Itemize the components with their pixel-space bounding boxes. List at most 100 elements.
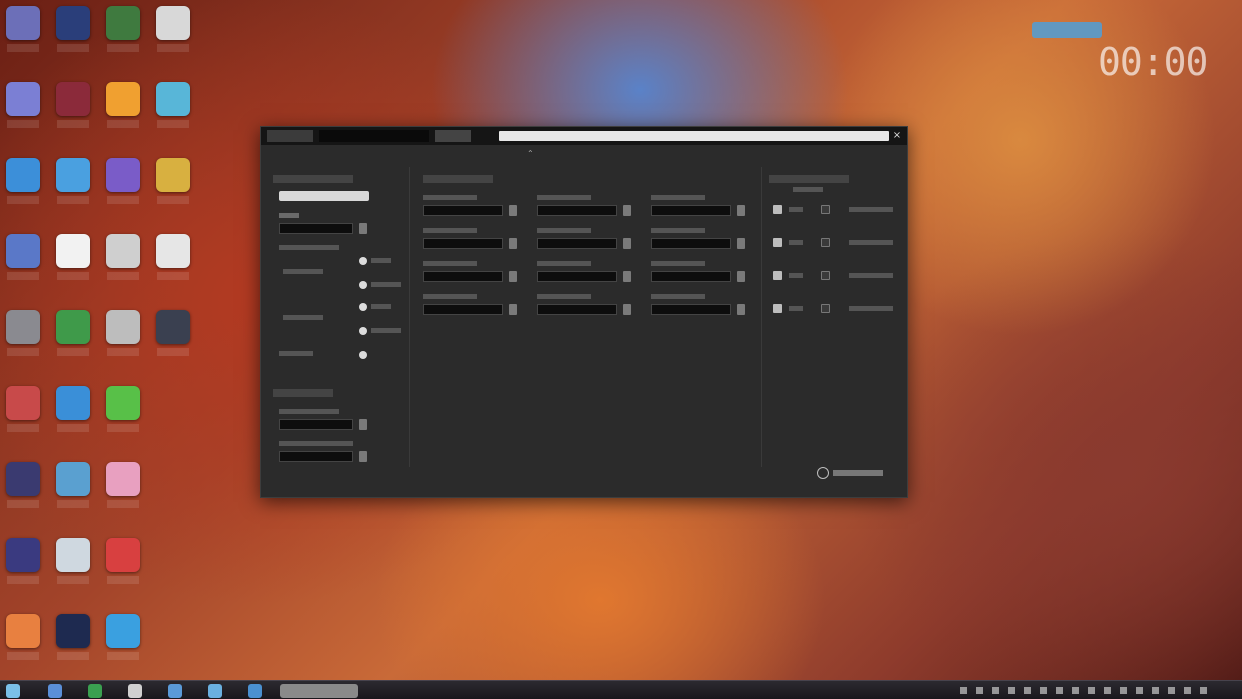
grid-field-input[interactable]	[651, 238, 731, 249]
window-tab[interactable]	[267, 130, 313, 142]
grid-field-input[interactable]	[537, 271, 617, 282]
grid-field-spinner[interactable]	[509, 271, 517, 282]
taskbar-app[interactable]	[88, 684, 102, 698]
desktop-shortcut[interactable]	[50, 610, 96, 676]
close-icon[interactable]: ×	[891, 130, 903, 142]
left-select-1-arrow[interactable]	[359, 223, 367, 234]
option-toggle[interactable]	[359, 351, 367, 359]
desktop-shortcut[interactable]	[150, 78, 196, 144]
desktop-shortcut[interactable]	[0, 458, 46, 524]
desktop-shortcut[interactable]	[0, 78, 46, 144]
grid-field-input[interactable]	[651, 205, 731, 216]
desktop-shortcut[interactable]	[100, 78, 146, 144]
desktop-shortcut[interactable]	[50, 534, 96, 600]
left-input-2-arrow[interactable]	[359, 419, 367, 430]
tray-icon[interactable]	[1200, 687, 1207, 694]
grid-field-input[interactable]	[537, 238, 617, 249]
grid-field-input[interactable]	[423, 304, 503, 315]
grid-field-spinner[interactable]	[623, 238, 631, 249]
desktop-shortcut[interactable]	[50, 154, 96, 220]
row-checkbox-secondary[interactable]	[821, 238, 830, 247]
taskbar-app[interactable]	[48, 684, 62, 698]
desktop-shortcut[interactable]	[150, 230, 196, 296]
window-tab[interactable]	[435, 130, 471, 142]
tray-icon[interactable]	[1072, 687, 1079, 694]
window-address-bar[interactable]	[499, 131, 889, 141]
desktop-shortcut[interactable]	[0, 154, 46, 220]
desktop-shortcut[interactable]	[0, 230, 46, 296]
option-toggle[interactable]	[359, 257, 367, 265]
taskbar-app[interactable]	[248, 684, 262, 698]
tray-icon[interactable]	[1168, 687, 1175, 694]
desktop-shortcut[interactable]	[150, 2, 196, 68]
desktop-shortcut[interactable]	[0, 2, 46, 68]
grid-field-spinner[interactable]	[623, 205, 631, 216]
tray-icon[interactable]	[1056, 687, 1063, 694]
desktop-shortcut[interactable]	[50, 230, 96, 296]
grid-field-input[interactable]	[537, 205, 617, 216]
desktop-shortcut[interactable]	[100, 610, 146, 676]
grid-field-spinner[interactable]	[737, 238, 745, 249]
grid-field-input[interactable]	[423, 238, 503, 249]
tray-icon[interactable]	[1120, 687, 1127, 694]
window-titlebar[interactable]: ×	[261, 127, 907, 145]
desktop-shortcut[interactable]	[150, 154, 196, 220]
row-checkbox[interactable]	[773, 304, 782, 313]
taskbar-app[interactable]	[208, 684, 222, 698]
tray-icon[interactable]	[1088, 687, 1095, 694]
desktop-shortcut[interactable]	[0, 306, 46, 372]
grid-field-input[interactable]	[537, 304, 617, 315]
grid-field-spinner[interactable]	[623, 271, 631, 282]
desktop-shortcut[interactable]	[100, 534, 146, 600]
collapse-icon[interactable]: ⌃	[527, 149, 534, 158]
tray-icon[interactable]	[976, 687, 983, 694]
grid-field-spinner[interactable]	[737, 205, 745, 216]
tray-icon[interactable]	[1152, 687, 1159, 694]
desktop-shortcut[interactable]	[0, 610, 46, 676]
desktop-shortcut[interactable]	[100, 230, 146, 296]
grid-field-spinner[interactable]	[623, 304, 631, 315]
tray-icon[interactable]	[1008, 687, 1015, 694]
tray-icon[interactable]	[1040, 687, 1047, 694]
desktop-shortcut[interactable]	[50, 382, 96, 448]
taskbar-app[interactable]	[168, 684, 182, 698]
row-checkbox[interactable]	[773, 238, 782, 247]
row-checkbox-secondary[interactable]	[821, 271, 830, 280]
grid-field-spinner[interactable]	[509, 304, 517, 315]
tray-icon[interactable]	[1024, 687, 1031, 694]
desktop-shortcut[interactable]	[100, 458, 146, 524]
desktop-shortcut[interactable]	[100, 2, 146, 68]
grid-field-input[interactable]	[651, 304, 731, 315]
option-toggle[interactable]	[359, 303, 367, 311]
left-input-2[interactable]	[279, 419, 353, 430]
grid-field-input[interactable]	[423, 205, 503, 216]
tray-icon[interactable]	[1184, 687, 1191, 694]
grid-field-spinner[interactable]	[509, 205, 517, 216]
grid-field-spinner[interactable]	[737, 304, 745, 315]
desktop-shortcut[interactable]	[100, 306, 146, 372]
taskbar-active-window[interactable]	[280, 684, 358, 698]
tray-icon[interactable]	[960, 687, 967, 694]
left-select-1[interactable]	[279, 223, 353, 234]
desktop-shortcut[interactable]	[50, 306, 96, 372]
option-toggle[interactable]	[359, 327, 367, 335]
grid-field-spinner[interactable]	[509, 238, 517, 249]
grid-field-input[interactable]	[651, 271, 731, 282]
left-panel-button[interactable]	[279, 191, 369, 201]
row-checkbox[interactable]	[773, 271, 782, 280]
grid-field-input[interactable]	[423, 271, 503, 282]
desktop-shortcut[interactable]	[0, 382, 46, 448]
grid-field-spinner[interactable]	[737, 271, 745, 282]
left-input-3-arrow[interactable]	[359, 451, 367, 462]
start-button[interactable]	[6, 684, 20, 698]
row-checkbox[interactable]	[773, 205, 782, 214]
row-checkbox-secondary[interactable]	[821, 304, 830, 313]
tray-icon[interactable]	[1136, 687, 1143, 694]
desktop-shortcut[interactable]	[0, 534, 46, 600]
window-tab[interactable]	[319, 130, 429, 142]
desktop-shortcut[interactable]	[100, 382, 146, 448]
row-checkbox-secondary[interactable]	[821, 205, 830, 214]
tray-icon[interactable]	[992, 687, 999, 694]
desktop-shortcut[interactable]	[50, 78, 96, 144]
option-toggle[interactable]	[359, 281, 367, 289]
